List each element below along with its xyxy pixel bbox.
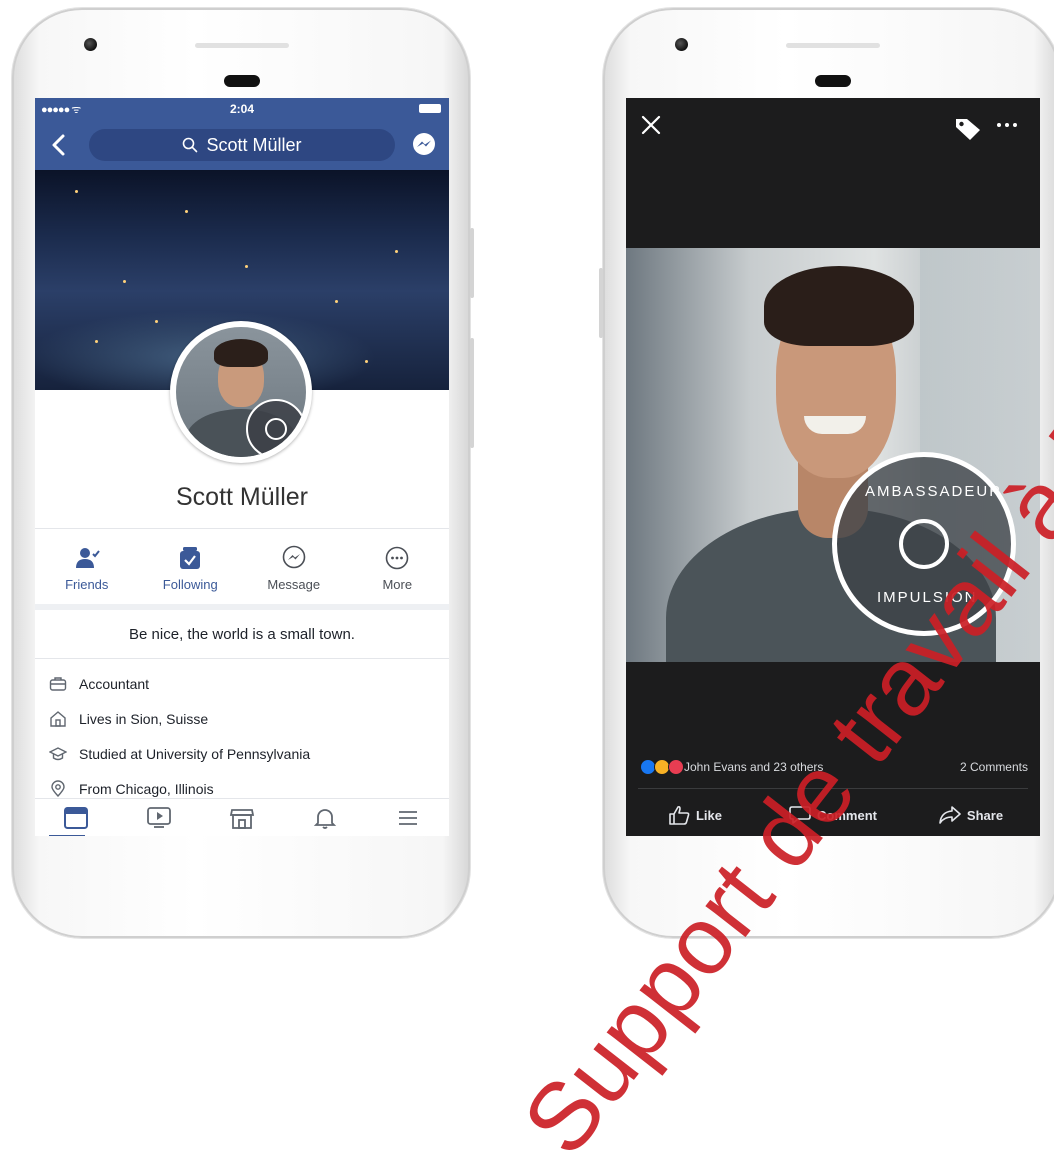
badge-bottom-text: IMPULSION (877, 589, 978, 606)
profile-photo-large[interactable]: AMBASSADEUR IMPULSION (626, 248, 1040, 662)
search-icon (183, 137, 198, 153)
tab-notifications[interactable] (283, 799, 366, 836)
like-label: Like (695, 807, 722, 823)
earpiece (815, 75, 851, 87)
friends-icon (75, 548, 100, 568)
ambassador-badge: AMBASSADEUR IMPULSION (832, 452, 1016, 636)
reactions-bar[interactable]: John Evans and 23 others 2 Comments (626, 753, 1040, 781)
following-icon (180, 547, 201, 569)
home-icon (50, 710, 66, 727)
notifications-icon (313, 809, 336, 829)
speaker-slot (786, 43, 880, 48)
tag-icon[interactable] (954, 116, 982, 142)
watch-icon (147, 807, 172, 828)
section-divider (35, 604, 449, 610)
front-camera (84, 38, 97, 51)
status-time: 2:04 (229, 102, 255, 116)
ambassador-logo-icon (899, 519, 949, 569)
following-label: Following (162, 577, 218, 592)
messenger-icon[interactable] (411, 132, 437, 158)
share-icon (939, 806, 961, 824)
message-button[interactable]: Message (242, 538, 346, 604)
friends-label: Friends (65, 577, 109, 592)
bottom-tab-bar (35, 798, 449, 836)
post-actions: Like Comment Share (626, 798, 1040, 832)
search-bar[interactable]: Scott Müller (89, 129, 395, 161)
like-icon (669, 805, 690, 825)
tab-news-feed[interactable] (35, 799, 118, 836)
badge-top-text: AMBASSADEUR (865, 483, 1003, 500)
info-education-text: Studied at University of Pennsylvania (79, 745, 311, 762)
search-query: Scott Müller (206, 134, 302, 155)
battery-icon (419, 104, 441, 113)
friends-button[interactable]: Friends (35, 538, 139, 604)
status-bar: ●●●●● ᯤ 2:04 (35, 98, 449, 120)
comment-icon (789, 806, 811, 824)
info-item-work[interactable]: Accountant (35, 666, 449, 701)
share-button[interactable]: Share (902, 798, 1040, 832)
ambassador-logo-icon (265, 418, 287, 440)
profile-info-list: Accountant Lives in Sion, Suisse Studied… (35, 666, 449, 806)
volume-button (599, 268, 603, 338)
volume-button (470, 228, 474, 298)
divider (638, 788, 1028, 789)
message-label: Message (267, 577, 321, 592)
more-icon (385, 546, 409, 570)
comment-label: Comment (817, 807, 877, 823)
location-pin-icon (51, 779, 65, 797)
profile-bio: Be nice, the world is a small town. (129, 626, 355, 643)
close-icon[interactable] (640, 114, 662, 136)
comment-button[interactable]: Comment (764, 798, 902, 832)
more-options-icon[interactable] (996, 120, 1018, 130)
divider (35, 528, 449, 529)
briefcase-icon (49, 676, 67, 691)
profile-photo (176, 327, 306, 457)
divider (35, 658, 449, 659)
more-label: More (382, 577, 413, 592)
tab-marketplace[interactable] (201, 799, 284, 836)
photo-viewer-screen: AMBASSADEUR IMPULSION John Evans and 23 … (626, 98, 1040, 836)
more-button[interactable]: More (346, 538, 450, 604)
like-button[interactable]: Like (626, 798, 764, 832)
right-phone: AMBASSADEUR IMPULSION John Evans and 23 … (599, 8, 1054, 938)
tab-watch[interactable] (118, 799, 201, 836)
power-button (470, 338, 474, 448)
front-camera (675, 38, 688, 51)
profile-avatar[interactable] (170, 321, 312, 463)
messenger-icon (282, 545, 306, 569)
speaker-slot (195, 43, 289, 48)
tab-menu[interactable] (366, 799, 449, 836)
share-label: Share (966, 807, 1004, 823)
active-tab-indicator (49, 835, 85, 836)
graduation-cap-icon (49, 746, 67, 760)
menu-icon (398, 811, 417, 825)
info-work-text: Accountant (79, 675, 150, 692)
news-feed-icon (64, 807, 89, 829)
profile-screen: ●●●●● ᯤ 2:04 Scott Müller Scott Müller F… (35, 98, 449, 836)
back-arrow-icon[interactable] (49, 133, 69, 157)
earpiece (224, 75, 260, 87)
info-item-education[interactable]: Studied at University of Pennsylvania (35, 736, 449, 771)
info-item-lives[interactable]: Lives in Sion, Suisse (35, 701, 449, 736)
info-from-text: From Chicago, Illinois (79, 780, 214, 797)
left-phone: ●●●●● ᯤ 2:04 Scott Müller Scott Müller F… (12, 8, 474, 938)
ambassador-badge (246, 399, 306, 457)
info-lives-text: Lives in Sion, Suisse (79, 710, 209, 727)
profile-name: Scott Müller (176, 483, 308, 511)
following-button[interactable]: Following (139, 538, 243, 604)
marketplace-icon (229, 809, 255, 829)
love-reaction-icon (668, 759, 684, 775)
nav-bar: Scott Müller (35, 120, 449, 170)
profile-actions: Friends Following Message More (35, 538, 449, 604)
comments-count[interactable]: 2 Comments (960, 760, 1028, 774)
reactions-summary[interactable]: John Evans and 23 others (684, 760, 823, 774)
